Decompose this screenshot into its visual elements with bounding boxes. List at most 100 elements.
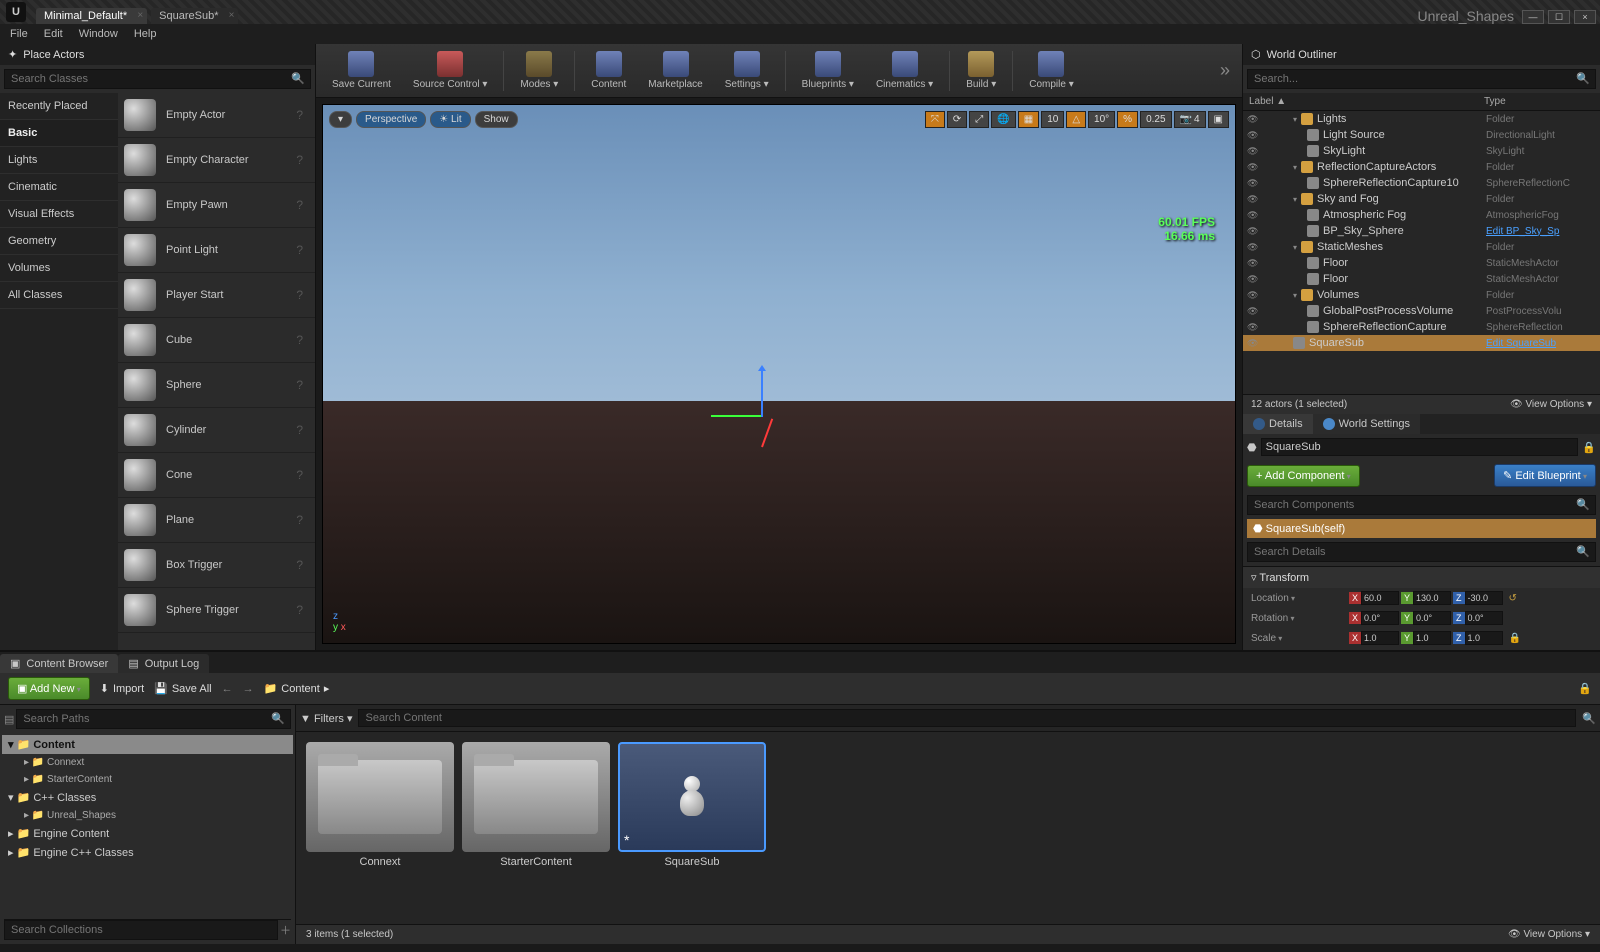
sources-toggle-icon[interactable]: ▤ — [4, 713, 14, 726]
actor-item-cylinder[interactable]: Cylinder? — [118, 408, 315, 453]
category-volumes[interactable]: Volumes — [0, 255, 118, 282]
actor-item-empty-pawn[interactable]: Empty Pawn? — [118, 183, 315, 228]
visibility-icon[interactable]: 👁 — [1247, 322, 1259, 333]
snap-grid-value[interactable]: 10 — [1041, 111, 1064, 128]
info-icon[interactable]: ? — [296, 198, 309, 212]
snap-grid-toggle[interactable]: ▦ — [1018, 111, 1039, 128]
transform-mode-scale[interactable]: ⤢ — [969, 111, 989, 128]
lock-scale-icon[interactable]: 🔒 — [1509, 633, 1521, 644]
actor-item-player-start[interactable]: Player Start? — [118, 273, 315, 318]
scale-x[interactable] — [1361, 631, 1399, 645]
search-content-input[interactable] — [358, 709, 1576, 727]
toolbar-source-control[interactable]: Source Control ▾ — [403, 49, 498, 92]
outliner-row[interactable]: 👁▾VolumesFolder — [1243, 287, 1600, 303]
snap-scale-toggle[interactable]: % — [1117, 111, 1138, 128]
viewport-maximize[interactable]: ▣ — [1208, 111, 1229, 128]
outliner-row[interactable]: 👁▾Sky and FogFolder — [1243, 191, 1600, 207]
asset-squaresub[interactable]: *SquareSub — [618, 742, 766, 868]
history-fwd-button[interactable]: → — [243, 683, 254, 695]
toolbar-cinematics[interactable]: Cinematics ▾ — [866, 49, 943, 92]
actor-item-empty-character[interactable]: Empty Character? — [118, 138, 315, 183]
toolbar-compile[interactable]: Compile ▾ — [1019, 49, 1083, 92]
outliner-row[interactable]: 👁FloorStaticMeshActor — [1243, 271, 1600, 287]
visibility-icon[interactable]: 👁 — [1247, 178, 1259, 189]
outliner-search-input[interactable] — [1247, 69, 1596, 89]
outliner-col-type[interactable]: Type — [1484, 96, 1594, 107]
camera-speed[interactable]: 📷 4 — [1174, 111, 1206, 128]
close-icon[interactable]: × — [229, 10, 235, 21]
visibility-icon[interactable]: 👁 — [1247, 162, 1259, 173]
expand-icon[interactable]: ▾ — [1293, 163, 1297, 172]
info-icon[interactable]: ? — [296, 243, 309, 257]
search-collections-input[interactable] — [4, 920, 278, 940]
level-tab-1[interactable]: SquareSub*× — [151, 8, 238, 24]
toolbar-overflow[interactable]: » — [1214, 54, 1236, 87]
location-y[interactable] — [1413, 591, 1451, 605]
visibility-icon[interactable]: 👁 — [1247, 194, 1259, 205]
outliner-row[interactable]: 👁▾StaticMeshesFolder — [1243, 239, 1600, 255]
actor-name-input[interactable] — [1261, 438, 1579, 456]
tree-item[interactable]: ▾ 📁 Content — [2, 735, 293, 754]
viewport-perspective[interactable]: Perspective — [356, 111, 426, 128]
visibility-icon[interactable]: 👁 — [1247, 258, 1259, 269]
rotation-x[interactable] — [1361, 611, 1399, 625]
toolbar-modes[interactable]: Modes ▾ — [510, 49, 568, 92]
tab-content-browser[interactable]: ▣ Content Browser — [0, 654, 118, 673]
location-x[interactable] — [1361, 591, 1399, 605]
actor-item-plane[interactable]: Plane? — [118, 498, 315, 543]
actor-item-point-light[interactable]: Point Light? — [118, 228, 315, 273]
menu-file[interactable]: File — [10, 28, 28, 40]
outliner-row[interactable]: 👁SkyLightSkyLight — [1243, 143, 1600, 159]
viewport-lit[interactable]: ☀ Lit — [430, 111, 470, 128]
toolbar-build[interactable]: Build ▾ — [956, 49, 1006, 92]
outliner-row[interactable]: 👁SquareSubEdit SquareSub — [1243, 335, 1600, 351]
info-icon[interactable]: ? — [296, 288, 309, 302]
location-z[interactable] — [1465, 591, 1503, 605]
tree-item[interactable]: ▾ 📁 C++ Classes — [2, 788, 293, 807]
outliner-row[interactable]: 👁SphereReflectionCapture10SphereReflecti… — [1243, 175, 1600, 191]
tab-world-settings[interactable]: World Settings — [1313, 414, 1420, 434]
tree-item[interactable]: ▸ 📁 Engine Content — [2, 824, 293, 843]
toolbar-settings[interactable]: Settings ▾ — [715, 49, 779, 92]
visibility-icon[interactable]: 👁 — [1247, 226, 1259, 237]
tab-details[interactable]: Details — [1243, 414, 1313, 434]
snap-scale-value[interactable]: 0.25 — [1140, 111, 1171, 128]
expand-icon[interactable]: ▾ — [1293, 243, 1297, 252]
snap-rotation-toggle[interactable]: △ — [1066, 111, 1086, 128]
import-button[interactable]: ⬇ Import — [100, 682, 144, 695]
visibility-icon[interactable]: 👁 — [1247, 338, 1259, 349]
reset-icon[interactable]: ↺ — [1509, 593, 1517, 604]
menu-window[interactable]: Window — [79, 28, 118, 40]
actor-item-cone[interactable]: Cone? — [118, 453, 315, 498]
section-transform[interactable]: ▿ Transform — [1243, 567, 1600, 588]
search-paths-input[interactable] — [16, 709, 291, 729]
visibility-icon[interactable]: 👁 — [1247, 242, 1259, 253]
transform-mode-rotate[interactable]: ⟳ — [947, 111, 967, 128]
history-back-button[interactable]: ← — [222, 683, 233, 695]
toolbar-blueprints[interactable]: Blueprints ▾ — [792, 49, 864, 92]
category-recently-placed[interactable]: Recently Placed — [0, 93, 118, 120]
category-geometry[interactable]: Geometry — [0, 228, 118, 255]
visibility-icon[interactable]: 👁 — [1247, 274, 1259, 285]
asset-startercontent[interactable]: StarterContent — [462, 742, 610, 868]
level-tab-0[interactable]: Minimal_Default*× — [36, 8, 147, 24]
content-view-options[interactable]: 👁 View Options ▾ — [1508, 929, 1590, 940]
lock-icon[interactable]: 🔒 — [1578, 682, 1592, 695]
info-icon[interactable]: ? — [296, 423, 309, 437]
actor-item-empty-actor[interactable]: Empty Actor? — [118, 93, 315, 138]
category-lights[interactable]: Lights — [0, 147, 118, 174]
visibility-icon[interactable]: 👁 — [1247, 114, 1259, 125]
info-icon[interactable]: ? — [296, 603, 309, 617]
toolbar-save-current[interactable]: Save Current — [322, 49, 401, 92]
outliner-col-label[interactable]: Label ▲ — [1249, 96, 1484, 107]
category-basic[interactable]: Basic — [0, 120, 118, 147]
close-icon[interactable]: × — [137, 10, 143, 21]
toolbar-content[interactable]: Content — [581, 49, 636, 92]
visibility-icon[interactable]: 👁 — [1247, 146, 1259, 157]
info-icon[interactable]: ? — [296, 378, 309, 392]
tree-item[interactable]: ▸ 📁 StarterContent — [2, 771, 293, 788]
minimize-button[interactable]: — — [1522, 10, 1544, 24]
visibility-icon[interactable]: 👁 — [1247, 130, 1259, 141]
info-icon[interactable]: ? — [296, 468, 309, 482]
actor-item-sphere-trigger[interactable]: Sphere Trigger? — [118, 588, 315, 633]
